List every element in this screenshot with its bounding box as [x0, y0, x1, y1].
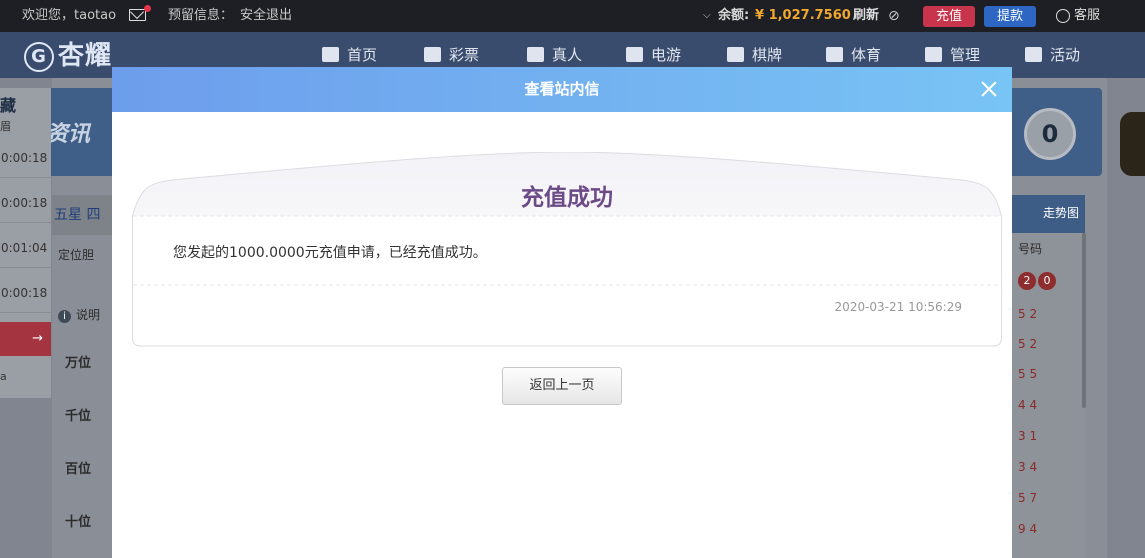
- home-icon: [322, 47, 339, 62]
- slot-machine-icon: [626, 47, 643, 62]
- chevron-down-icon[interactable]: ⌵: [703, 0, 711, 32]
- dingwei-label: 定位胆: [58, 248, 95, 262]
- letter-timestamp: 2020-03-21 10:56:29: [834, 300, 962, 314]
- background-sidebar: 藏 眉 0:00:18 0:00:18 0:01:04 0:00:18 → a: [0, 88, 51, 398]
- arrow-right-icon: →: [0, 322, 51, 356]
- notification-dot-icon: [144, 5, 151, 12]
- nav-item-activity[interactable]: 活动: [1025, 32, 1080, 78]
- customer-service-link[interactable]: 客服: [1074, 0, 1100, 32]
- gift-icon: [1025, 47, 1042, 62]
- person-icon: [527, 47, 544, 62]
- message-modal: 查看站内信 充值成功 您发起的1000.0000元充值申请，已经充值成功。 20…: [112, 67, 1012, 558]
- letter-title: 充值成功: [521, 185, 613, 211]
- letter-body: 您发起的1000.0000元充值申请，已经充值成功。: [173, 245, 487, 261]
- mail-icon[interactable]: [129, 9, 146, 21]
- info-label: i 说明: [58, 306, 100, 323]
- side-timer: 0:00:18: [0, 138, 51, 178]
- recharge-button[interactable]: 充值: [923, 6, 975, 27]
- side-timer: 0:00:18: [0, 273, 51, 313]
- close-icon[interactable]: [976, 76, 1002, 102]
- background-badge: [1120, 112, 1145, 176]
- message-letter: 充值成功 您发起的1000.0000元充值申请，已经充值成功。 2020-03-…: [132, 152, 1002, 347]
- chat-icon[interactable]: [1056, 9, 1070, 23]
- side-title: 藏: [0, 96, 17, 115]
- back-button[interactable]: 返回上一页: [502, 367, 622, 405]
- side-timer: 0:00:18: [0, 183, 51, 223]
- background-counter: 0: [1024, 108, 1076, 160]
- withdraw-button[interactable]: 提款: [984, 6, 1036, 27]
- modal-title: 查看站内信: [524, 80, 600, 98]
- balance-label: 余额:: [718, 8, 750, 23]
- background-trend-column: 走势图 号码 20 5 2 5 2 5 5 4 4 3 1 3 4 5 7 9 …: [1012, 195, 1085, 558]
- users-icon: [925, 47, 942, 62]
- logo-badge-icon: G: [24, 41, 54, 72]
- trophy-icon: [826, 47, 843, 62]
- logout-link[interactable]: 安全退出: [240, 0, 292, 32]
- ticket-icon: [424, 47, 441, 62]
- eye-hidden-icon[interactable]: ⊘: [888, 0, 900, 32]
- top-bar: 欢迎您，taotao 预留信息： 安全退出 ⌵ 余额: ¥ 1,027.7560…: [0, 0, 1145, 32]
- info-icon: i: [58, 310, 71, 323]
- welcome-text: 欢迎您，taotao: [22, 8, 117, 23]
- card-icon: [727, 47, 744, 62]
- background-scrollbar: [1082, 233, 1086, 408]
- balance-value: ¥ 1,027.7560: [755, 8, 851, 23]
- username: taotao: [74, 8, 117, 23]
- background-tab: 五星 四: [52, 195, 112, 235]
- modal-header: 查看站内信: [112, 67, 1012, 112]
- reserved-info-label: 预留信息：: [168, 8, 234, 23]
- site-logo[interactable]: G 杏耀: [24, 38, 112, 74]
- trend-chart-link: 走势图: [1012, 195, 1085, 233]
- side-timer: 0:01:04: [0, 228, 51, 268]
- refresh-link[interactable]: 刷新: [853, 0, 879, 32]
